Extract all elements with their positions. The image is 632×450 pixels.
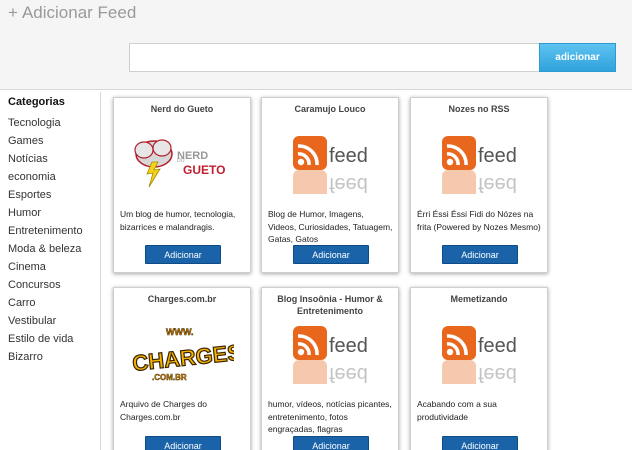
add-feed-card-button[interactable]: Adicionar [442,436,518,450]
category-cinema[interactable]: Cinema [8,258,83,276]
category-entretenimento[interactable]: Entretenimento [8,222,83,240]
category-tecnologia[interactable]: Tecnologia [8,114,83,132]
category-list: Tecnologia Games Notícias economia Espor… [8,114,83,366]
logo-text: feed [329,145,368,167]
feed-description: humor, vídeos, notícias picantes, entret… [268,399,392,434]
category-economia[interactable]: economia [8,168,83,186]
logo-text: feed [478,335,517,357]
add-feed-button[interactable]: adicionar [539,43,616,72]
page-title-text: Adicionar Feed [21,3,137,22]
plus-icon: + [8,3,18,22]
feed-card: Nerd do Gueto NERD DO GUETO Um blog de h… [113,97,251,273]
feed-description: Érri Éssi Éssi Fidi do Nózes na frita (P… [417,209,541,232]
rss-feed-icon: feed feed [262,132,398,204]
feed-description: Um blog de humor, tecnologia, bizarrices… [120,209,236,232]
charges-logo: WWW. CHARGES .COM.BR [114,322,250,394]
logo-reflection-text: feed [478,173,517,194]
header: + Adicionar Feed adicionar [0,0,632,90]
add-feed-card-button[interactable]: Adicionar [293,245,369,264]
category-concursos[interactable]: Concursos [8,276,83,294]
add-feed-card-button[interactable]: Adicionar [145,245,221,264]
feed-card: Nozes no RSS feed feed Érri Éssi Éssi Fi… [410,97,548,273]
rss-feed-icon: feed feed [262,322,398,394]
feed-card: Caramujo Louco feed feed Blog de Humor, … [261,97,399,273]
category-sidebar: Categorias Tecnologia Games Notícias eco… [0,92,101,450]
feed-title: Charges.com.br [147,294,217,304]
add-feed-card-button[interactable]: Adicionar [293,436,369,450]
feed-card: Blog Insoônia - Humor & Entretenimento f… [261,287,399,450]
rss-feed-icon: feed feed [411,322,547,394]
logo-reflection-text: feed [329,363,368,384]
category-estilo-de-vida[interactable]: Estilo de vida [8,330,83,348]
category-vestibular[interactable]: Vestibular [8,312,83,330]
feed-title: Blog Insoônia - Humor & Entretenimento [277,294,383,316]
feed-url-input[interactable] [129,43,541,72]
add-feed-card-button[interactable]: Adicionar [442,245,518,264]
category-esportes[interactable]: Esportes [8,186,83,204]
logo-text-bottom: GUETO [183,163,225,177]
logo-text: feed [329,335,368,357]
feed-title: Nozes no RSS [448,104,510,114]
logo-text: CHARGES [131,340,234,376]
logo-text: feed [478,145,517,167]
add-feed-card-button[interactable]: Adicionar [145,436,221,450]
rss-feed-icon: feed feed [411,132,547,204]
page-title: + Adicionar Feed [8,3,136,23]
feed-grid: Nerd do Gueto NERD DO GUETO Um blog de h… [101,92,632,450]
logo-reflection-text: feed [478,363,517,384]
feed-card: Charges.com.br WWW. CHARGES .COM.BR Arqu… [113,287,251,450]
feed-title: Memetizando [450,294,508,304]
feed-title: Nerd do Gueto [150,104,214,114]
categories-heading: Categorias [8,96,65,108]
feed-description: Blog de Humor, Imagens, Videos, Curiosid… [268,209,393,244]
category-carro[interactable]: Carro [8,294,83,312]
logo-text-bottom: .COM.BR [152,373,187,382]
feed-description: Arquivo de Charges do Charges.com.br [120,399,207,422]
category-humor[interactable]: Humor [8,204,83,222]
logo-reflection-text: feed [329,173,368,194]
logo-text-top: WWW. [166,327,194,337]
category-noticias[interactable]: Notícias [8,150,83,168]
category-bizarro[interactable]: Bizarro [8,348,83,366]
feed-description: Acabando com a sua produtividade [417,399,497,422]
feed-title: Caramujo Louco [294,104,366,114]
nerd-do-gueto-logo: NERD DO GUETO [114,132,250,204]
feed-card: Memetizando feed feed Acabando com a sua… [410,287,548,450]
category-moda-beleza[interactable]: Moda & beleza [8,240,83,258]
category-games[interactable]: Games [8,132,83,150]
